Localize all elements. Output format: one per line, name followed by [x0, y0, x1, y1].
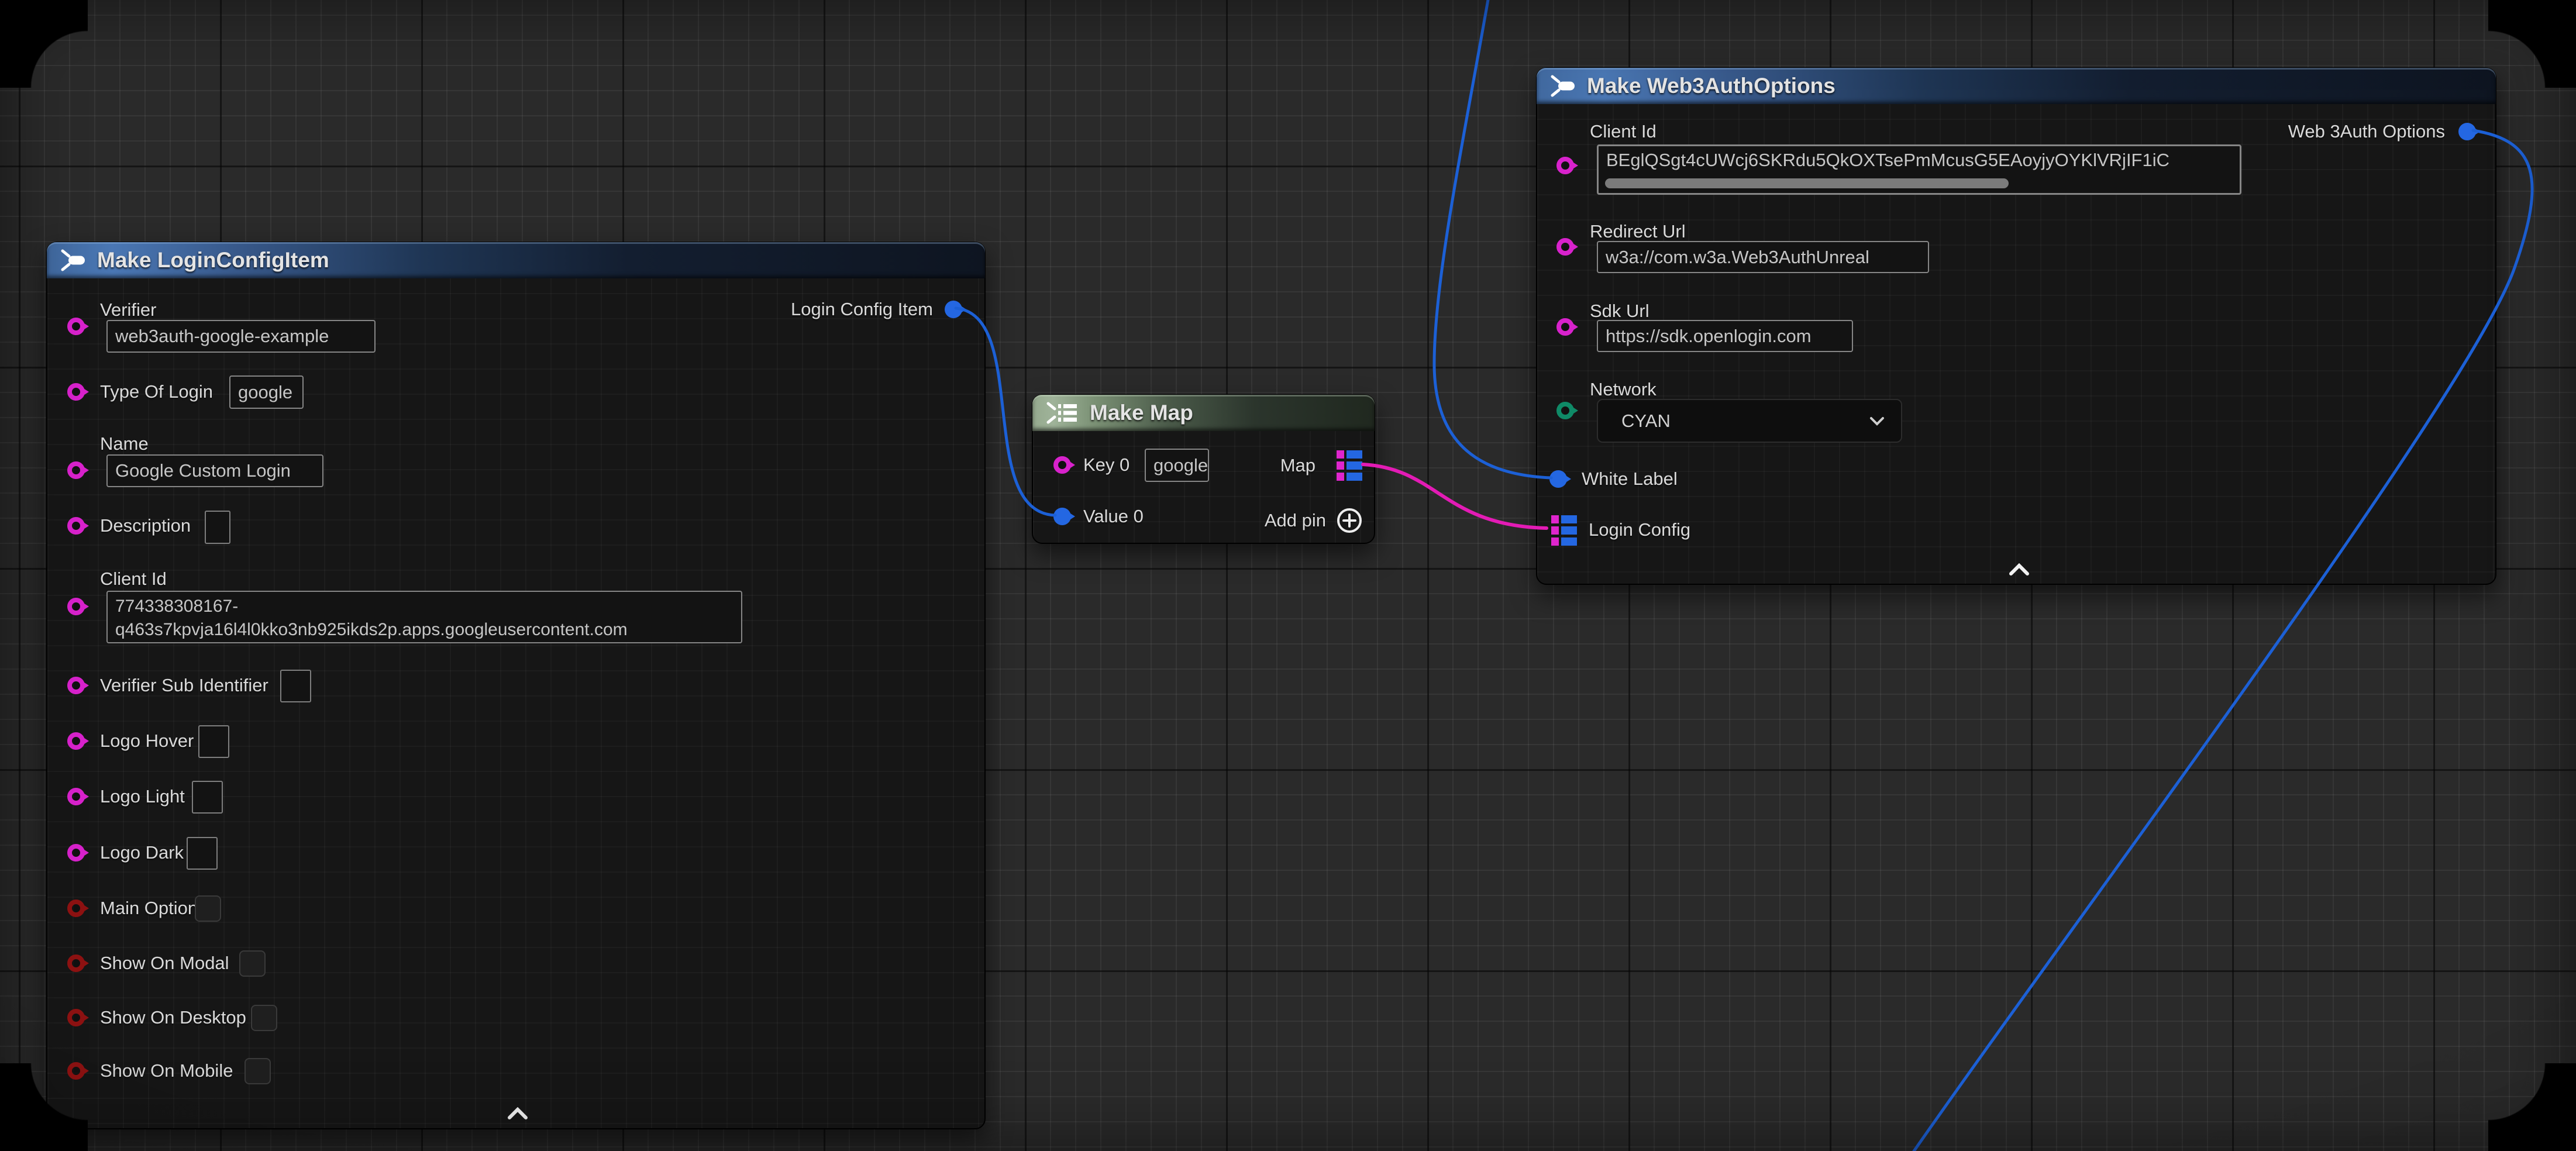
sdk-url-input[interactable]: https://sdk.openlogin.com [1597, 320, 1853, 352]
node-make-loginconfigitem[interactable]: Make LoginConfigItem Verifier web3auth-g… [46, 242, 986, 1129]
map-output-label: Map [1280, 455, 1315, 476]
client-id-pin[interactable] [67, 598, 85, 615]
name-label: Name [100, 433, 149, 454]
chevron-up-icon[interactable] [507, 1107, 528, 1120]
client-id-pin[interactable] [1556, 157, 1574, 174]
key-0-label: Key 0 [1083, 454, 1129, 475]
logo-dark-input[interactable] [187, 837, 218, 870]
main-option-label: Main Option [100, 898, 198, 919]
sdk-url-label: Sdk Url [1590, 301, 1649, 322]
redirect-url-input[interactable]: w3a://com.w3a.Web3AuthUnreal [1597, 241, 1929, 273]
logo-dark-label: Logo Dark [100, 842, 184, 863]
description-label: Description [100, 515, 191, 536]
show-on-desktop-checkbox[interactable] [251, 1005, 277, 1031]
logo-hover-label: Logo Hover [100, 730, 194, 752]
key-0-input[interactable]: google [1145, 449, 1209, 482]
logo-hover-input[interactable] [198, 725, 229, 758]
web3auth-options-label: Web 3Auth Options [2288, 121, 2445, 142]
show-on-modal-pin[interactable] [67, 954, 85, 972]
node-make-map[interactable]: Make Map Key 0 google Map Value 0 Add pi… [1032, 394, 1375, 544]
verifier-pin[interactable] [67, 318, 85, 335]
chevron-down-icon [1869, 416, 1885, 426]
show-on-mobile-checkbox[interactable] [244, 1058, 271, 1084]
show-on-mobile-pin[interactable] [67, 1062, 85, 1080]
client-id-label: Client Id [100, 568, 167, 590]
logo-light-input[interactable] [192, 781, 223, 814]
add-pin-label: Add pin [1265, 510, 1326, 531]
show-on-modal-label: Show On Modal [100, 953, 229, 974]
value-0-label: Value 0 [1083, 506, 1144, 527]
white-label-label: White Label [1582, 468, 1678, 490]
login-config-item-label: Login Config Item [791, 299, 933, 320]
verifier-sub-identifier-label: Verifier Sub Identifier [100, 675, 268, 696]
client-id-scrollbar[interactable] [1605, 178, 2009, 188]
network-dropdown[interactable]: CYAN [1597, 399, 1902, 443]
node-make-web3authoptions[interactable]: Make Web3AuthOptions Client Id BEglQSgt4… [1536, 67, 2496, 585]
key-0-pin[interactable] [1053, 456, 1071, 474]
login-config-map-grid-icon[interactable] [1551, 515, 1577, 546]
verifier-input[interactable]: web3auth-google-example [106, 320, 376, 353]
show-on-desktop-label: Show On Desktop [100, 1007, 246, 1028]
node-header[interactable]: Make Map [1032, 395, 1375, 431]
description-pin[interactable] [67, 517, 85, 535]
node-title: Make Web3AuthOptions [1587, 74, 1835, 98]
logo-light-label: Logo Light [100, 786, 185, 807]
main-option-pin[interactable] [67, 900, 85, 917]
logo-light-pin[interactable] [67, 788, 85, 805]
client-id-input[interactable]: 774338308167- q463s7kpvja16l4l0kko3nb925… [106, 591, 742, 643]
node-header[interactable]: Make LoginConfigItem [47, 242, 985, 278]
redirect-url-pin[interactable] [1556, 238, 1574, 256]
make-map-icon [1045, 401, 1079, 425]
type-of-login-pin[interactable] [67, 383, 85, 401]
network-dropdown-value: CYAN [1621, 411, 1671, 432]
node-title: Make LoginConfigItem [97, 248, 329, 273]
chevron-up-icon[interactable] [2009, 563, 2030, 576]
plus-circle-icon[interactable] [1336, 507, 1363, 534]
client-id-label: Client Id [1590, 121, 1657, 142]
verifier-sub-identifier-pin[interactable] [67, 677, 85, 694]
node-header[interactable]: Make Web3AuthOptions [1537, 68, 2496, 104]
verifier-sub-identifier-input[interactable] [280, 670, 311, 702]
logo-dark-pin[interactable] [67, 844, 85, 861]
description-input[interactable] [205, 511, 230, 544]
type-of-login-input[interactable]: google [229, 375, 304, 409]
show-on-desktop-pin[interactable] [67, 1009, 85, 1026]
make-struct-icon [60, 249, 87, 272]
network-pin[interactable] [1556, 402, 1574, 419]
login-config-label: Login Config [1589, 519, 1690, 540]
type-of-login-label: Type Of Login [100, 381, 213, 402]
make-struct-icon [1549, 74, 1576, 98]
redirect-url-label: Redirect Url [1590, 221, 1686, 242]
map-grid-icon[interactable] [1337, 450, 1362, 481]
name-pin[interactable] [67, 461, 85, 479]
name-input[interactable]: Google Custom Login [106, 454, 323, 487]
blueprint-graph[interactable]: Make LoginConfigItem Verifier web3auth-g… [0, 0, 2576, 1151]
show-on-modal-checkbox[interactable] [239, 950, 266, 977]
logo-hover-pin[interactable] [67, 732, 85, 750]
show-on-mobile-label: Show On Mobile [100, 1060, 233, 1081]
node-title: Make Map [1090, 401, 1193, 425]
sdk-url-pin[interactable] [1556, 318, 1574, 336]
network-label: Network [1590, 379, 1657, 400]
verifier-label: Verifier [100, 299, 156, 321]
main-option-checkbox[interactable] [195, 895, 221, 922]
